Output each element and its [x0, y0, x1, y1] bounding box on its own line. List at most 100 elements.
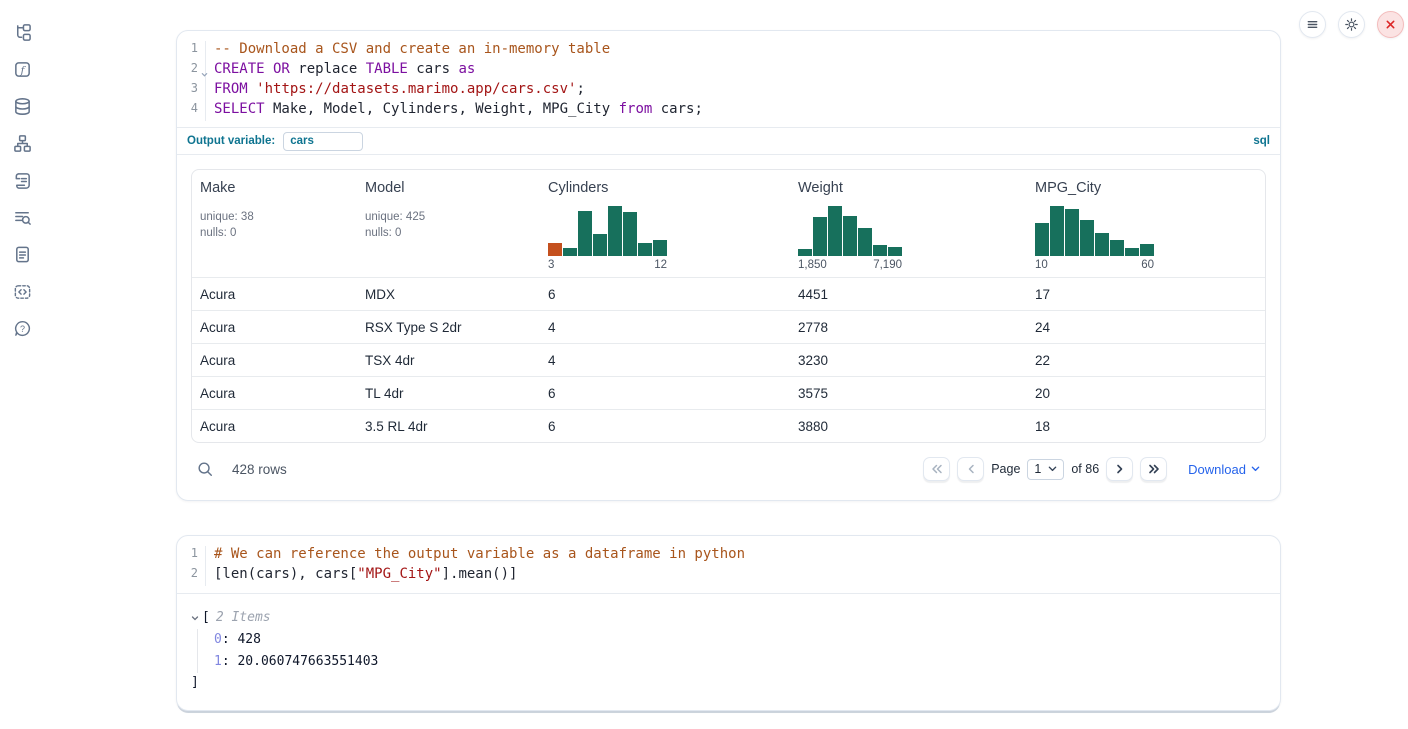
- entry-value: 20.060747663551403: [237, 654, 378, 669]
- code-line: CREATE OR replace TABLE cars as: [214, 61, 1280, 81]
- page-select[interactable]: 1: [1027, 459, 1064, 480]
- chevrons-left-icon: [931, 464, 943, 474]
- download-button[interactable]: Download: [1188, 462, 1260, 477]
- chevron-right-icon: [1116, 464, 1124, 474]
- line-number-gutter: 1 2 3 4: [177, 41, 206, 121]
- column-header-mpg-city[interactable]: MPG_City 1060: [1027, 180, 1265, 271]
- entry-key: 1: [214, 654, 222, 669]
- python-comment: # We can reference the output variable a…: [214, 546, 745, 562]
- stat-unique: unique: 425: [365, 209, 540, 225]
- close-bracket: ]: [191, 673, 1266, 693]
- sql-text: replace: [290, 61, 366, 77]
- language-badge: sql: [1253, 135, 1270, 147]
- sql-keyword: from: [619, 101, 653, 117]
- sql-cell: 1 2 3 4 -- Download a CSV and create an …: [176, 30, 1281, 501]
- last-page-button[interactable]: [1140, 457, 1167, 481]
- sql-string: 'https://datasets.marimo.app/cars.csv': [256, 81, 576, 97]
- hist-max-label: 7,190: [873, 259, 902, 271]
- sql-output-area: Make unique: 38 nulls: 0 Model unique: 4…: [177, 155, 1280, 500]
- sql-code-editor[interactable]: 1 2 3 4 -- Download a CSV and create an …: [177, 31, 1280, 127]
- hist-min-label: 10: [1035, 259, 1048, 271]
- shutdown-button[interactable]: [1377, 11, 1404, 38]
- items-count-label: 2 Items: [216, 607, 271, 629]
- code-snippet-icon[interactable]: [12, 281, 32, 301]
- python-output-area: [ 2 Items 0: 428 1: 20.060747663551403 ]: [177, 594, 1280, 709]
- cylinders-histogram: [548, 204, 667, 256]
- list-output-body: 0: 428 1: 20.060747663551403: [197, 629, 1266, 673]
- hist-max-label: 12: [654, 259, 667, 271]
- row-count: 428 rows: [232, 462, 287, 477]
- search-icon: [197, 461, 214, 478]
- sql-keyword: SELECT: [214, 101, 265, 117]
- svg-text:?: ?: [19, 323, 24, 333]
- notebook-menu-button[interactable]: [1299, 11, 1326, 38]
- list-entry: 0: 428: [214, 629, 1266, 651]
- table-footer: 428 rows Page 1 of 86: [191, 456, 1266, 486]
- stat-unique: unique: 38: [200, 209, 357, 225]
- stat-nulls: nulls: 0: [365, 225, 540, 241]
- sql-keyword: CREATE OR: [214, 61, 290, 77]
- settings-button[interactable]: [1338, 11, 1365, 38]
- list-entry: 1: 20.060747663551403: [214, 651, 1266, 673]
- entry-key: 0: [214, 632, 222, 647]
- hist-min-label: 3: [548, 259, 554, 271]
- svg-text:f: f: [19, 64, 26, 76]
- search-list-icon[interactable]: [12, 207, 32, 227]
- column-header-make[interactable]: Make unique: 38 nulls: 0: [192, 180, 357, 271]
- code-line: FROM 'https://datasets.marimo.app/cars.c…: [214, 81, 1280, 101]
- collapse-chevron-icon[interactable]: [191, 614, 199, 622]
- chevron-left-icon: [967, 464, 975, 474]
- hist-min-label: 1,850: [798, 259, 827, 271]
- column-header-weight[interactable]: Weight 1,8507,190: [790, 180, 1027, 271]
- stat-nulls: nulls: 0: [200, 225, 357, 241]
- first-page-button[interactable]: [923, 457, 950, 481]
- list-output-header: [ 2 Items: [191, 607, 1266, 629]
- sql-keyword: FROM: [214, 81, 248, 97]
- output-variable-input[interactable]: [283, 132, 363, 151]
- column-header-model[interactable]: Model unique: 425 nulls: 0: [357, 180, 540, 271]
- table-header: Make unique: 38 nulls: 0 Model unique: 4…: [192, 170, 1265, 277]
- code-lines: -- Download a CSV and create an in-memor…: [206, 41, 1280, 121]
- hist-max-label: 60: [1141, 259, 1154, 271]
- mpg-city-histogram: [1035, 204, 1154, 256]
- page-total-label: of 86: [1071, 462, 1099, 476]
- data-table: Make unique: 38 nulls: 0 Model unique: 4…: [191, 169, 1266, 443]
- fold-chevron-icon[interactable]: [201, 67, 208, 81]
- table-row: Acura MDX 6 4451 17: [192, 277, 1265, 310]
- database-icon[interactable]: [12, 96, 32, 116]
- code-line: SELECT Make, Model, Cylinders, Weight, M…: [214, 101, 1280, 121]
- table-row: Acura TL 4dr 6 3575 20: [192, 376, 1265, 409]
- graph-icon[interactable]: [12, 133, 32, 153]
- chevron-down-icon: [1048, 466, 1057, 472]
- gear-icon: [1344, 17, 1359, 32]
- code-line: # We can reference the output variable a…: [214, 546, 1280, 566]
- chevron-down-icon: [1251, 466, 1260, 472]
- file-tree-icon[interactable]: [12, 22, 32, 42]
- python-string: "MPG_City": [357, 566, 441, 582]
- table-row: Acura 3.5 RL 4dr 6 3880 18: [192, 409, 1265, 442]
- page-label: Page: [991, 462, 1020, 476]
- prev-page-button[interactable]: [957, 457, 984, 481]
- hamburger-icon: [1306, 18, 1319, 31]
- close-x-icon: [1385, 19, 1396, 30]
- output-variable-row: Output variable: sql: [177, 127, 1280, 155]
- column-header-cylinders[interactable]: Cylinders 312: [540, 180, 790, 271]
- scroll-icon[interactable]: [12, 170, 32, 190]
- sql-comment: -- Download a CSV and create an in-memor…: [214, 41, 610, 57]
- search-button[interactable]: [197, 461, 214, 478]
- topbar-controls: [1299, 11, 1404, 38]
- sql-keyword: as: [458, 61, 475, 77]
- line-number-gutter: 1 2: [177, 546, 206, 586]
- function-icon[interactable]: f: [12, 59, 32, 79]
- python-cell: 1 2 # We can reference the output variab…: [176, 535, 1281, 711]
- table-row: Acura RSX Type S 2dr 4 2778 24: [192, 310, 1265, 343]
- chevrons-right-icon: [1148, 464, 1160, 474]
- table-row: Acura TSX 4dr 4 3230 22: [192, 343, 1265, 376]
- sidebar: f ?: [0, 0, 44, 729]
- document-icon[interactable]: [12, 244, 32, 264]
- next-page-button[interactable]: [1106, 457, 1133, 481]
- code-line: [len(cars), cars["MPG_City"].mean()]: [214, 566, 1280, 586]
- python-code-editor[interactable]: 1 2 # We can reference the output variab…: [177, 536, 1280, 594]
- pagination: Page 1 of 86 Download: [923, 457, 1260, 481]
- help-bubble-icon[interactable]: ?: [12, 318, 32, 338]
